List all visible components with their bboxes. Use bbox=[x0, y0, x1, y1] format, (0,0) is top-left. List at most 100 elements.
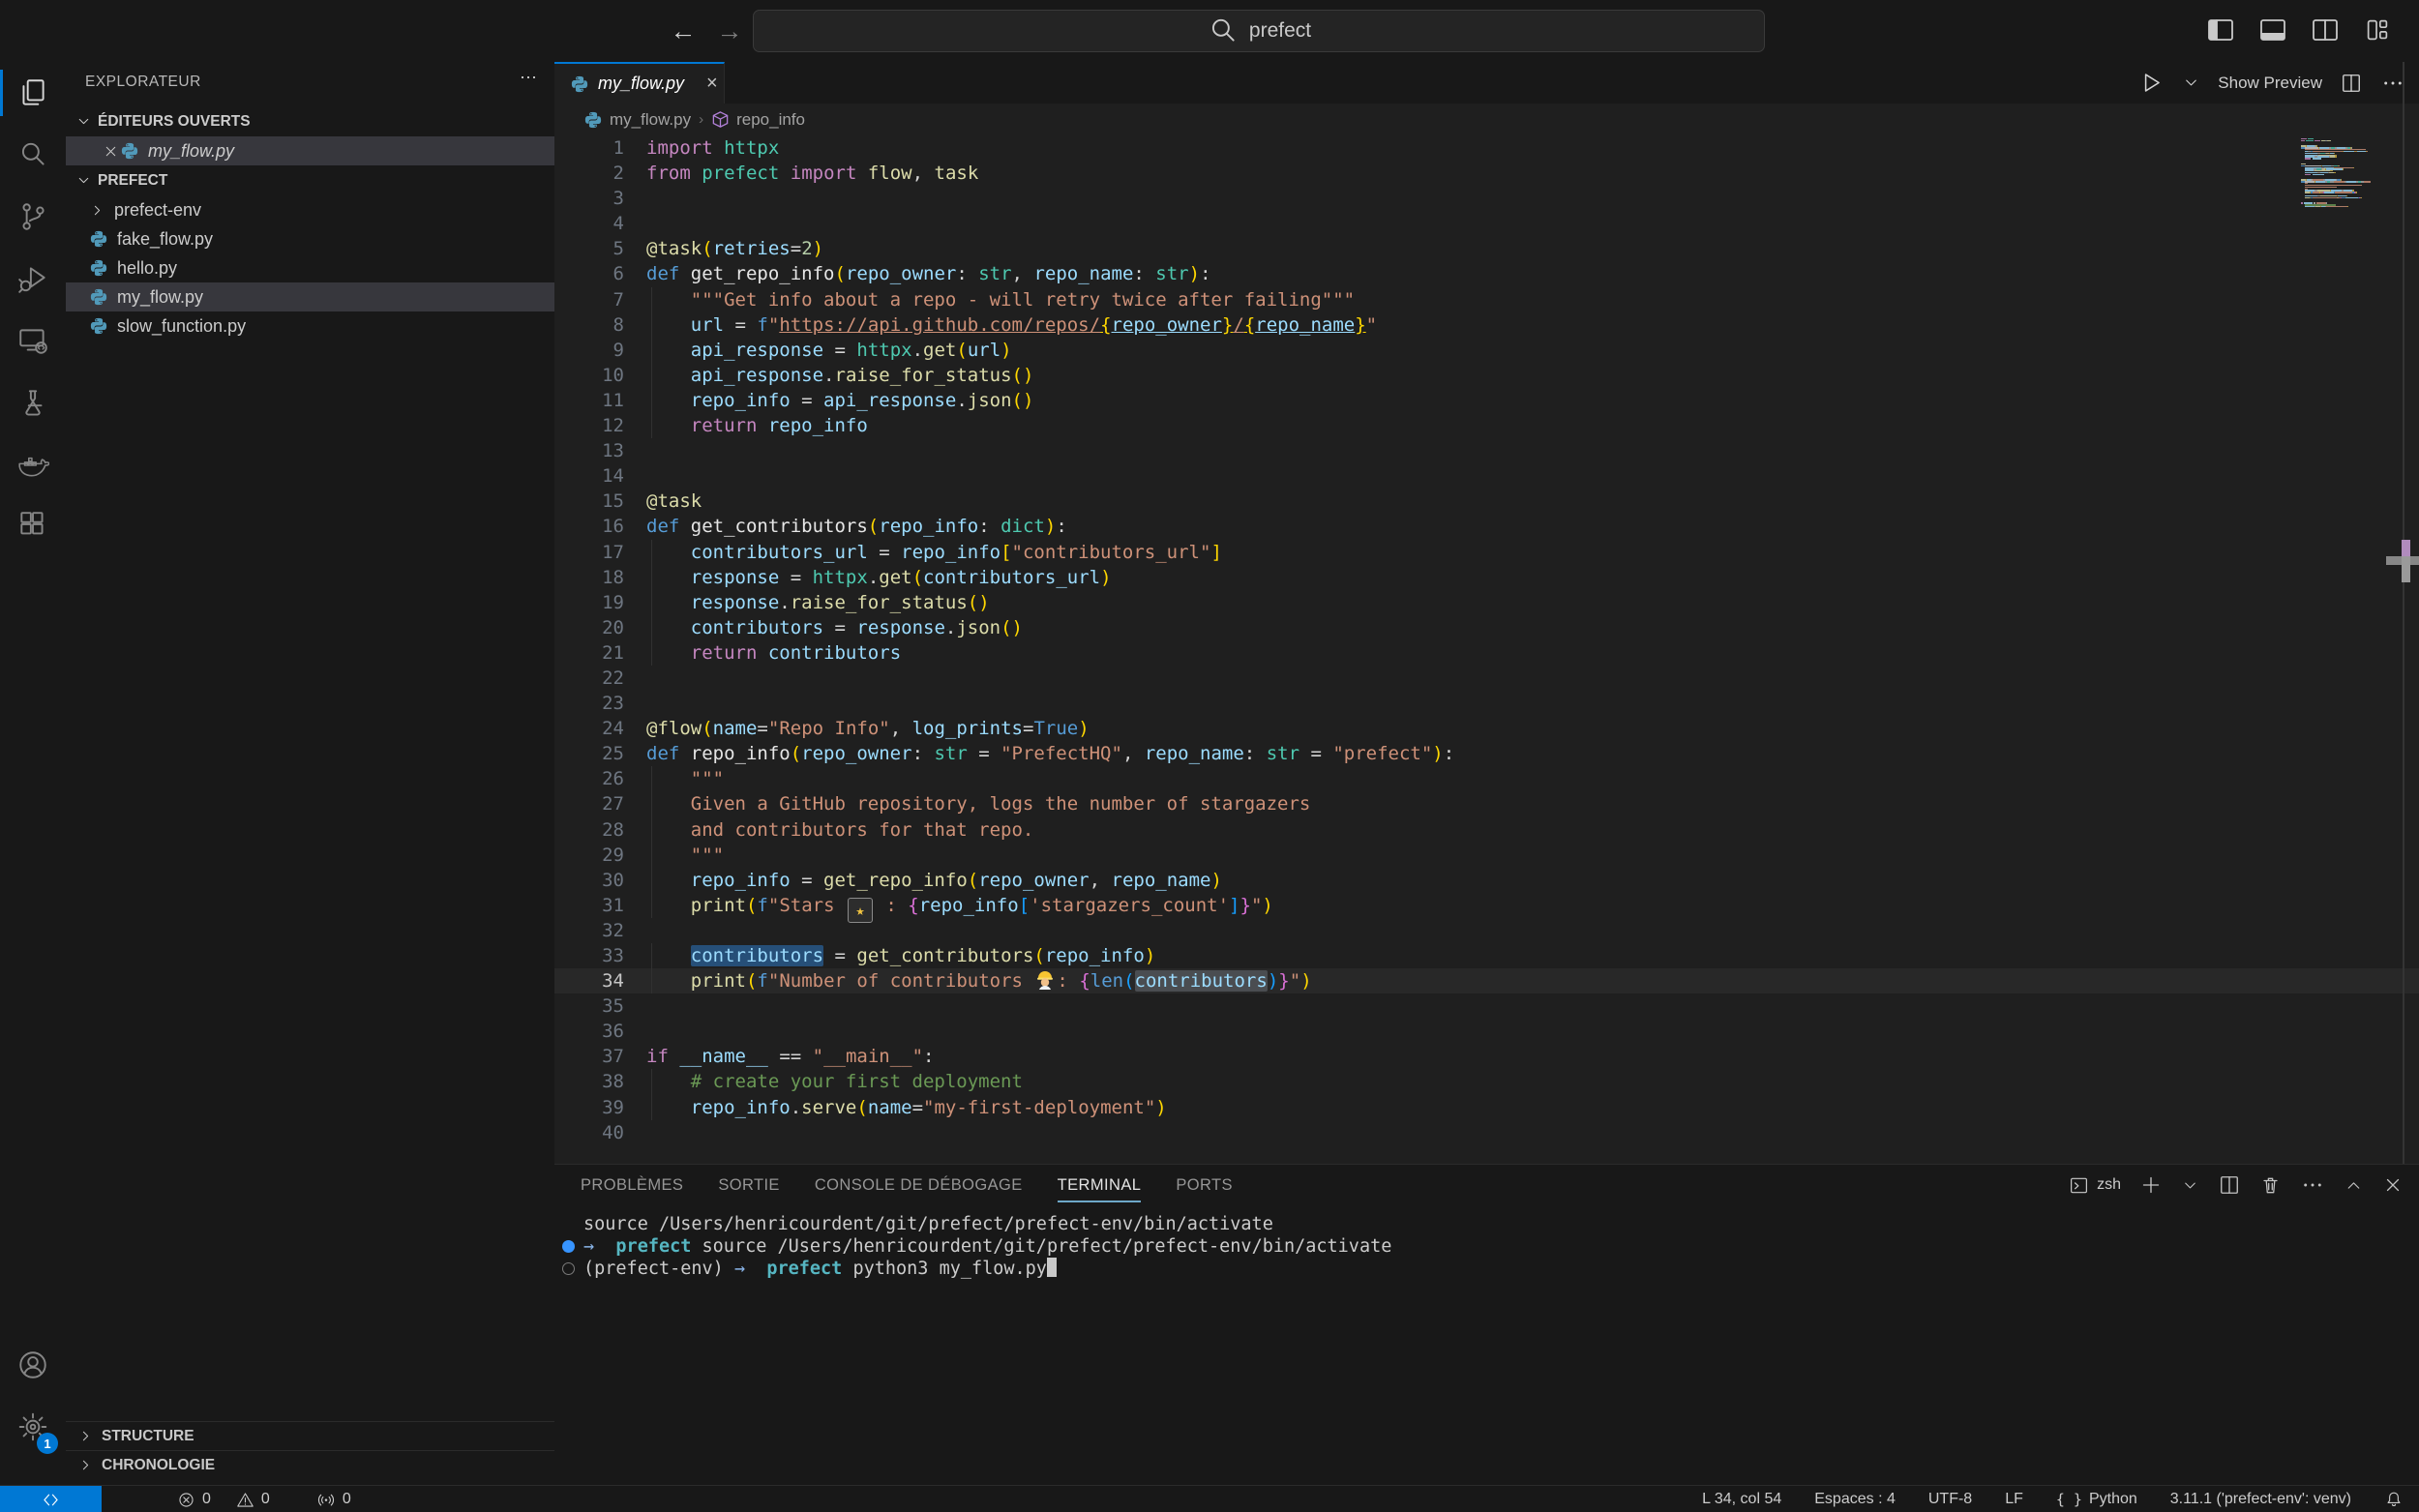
tab-my-flow[interactable]: my_flow.py × bbox=[554, 62, 725, 104]
code-line-18[interactable]: 18 response = httpx.get(contributors_url… bbox=[554, 565, 2419, 590]
code-line-30[interactable]: 30 repo_info = get_repo_info(repo_owner,… bbox=[554, 868, 2419, 893]
status-warning-triangle[interactable]: 0 bbox=[236, 1491, 270, 1509]
code-line-26[interactable]: 26 """ bbox=[554, 766, 2419, 791]
code-line-40[interactable]: 40 bbox=[554, 1120, 2419, 1145]
code-line-10[interactable]: 10 api_response.raise_for_status() bbox=[554, 363, 2419, 388]
code-line-3[interactable]: 3 bbox=[554, 186, 2419, 211]
minimap[interactable] bbox=[2301, 138, 2371, 210]
code-line-32[interactable]: 32 bbox=[554, 918, 2419, 943]
nav-back-icon[interactable]: ← bbox=[666, 14, 701, 48]
status-item[interactable]: { }Python bbox=[2056, 1491, 2137, 1508]
section-structure[interactable]: STRUCTURE bbox=[66, 1421, 554, 1450]
code-line-37[interactable]: 37if __name__ == "__main__": bbox=[554, 1044, 2419, 1069]
panel-tab-terminal[interactable]: TERMINAL bbox=[1058, 1165, 1142, 1205]
code-line-39[interactable]: 39 repo_info.serve(name="my-first-deploy… bbox=[554, 1095, 2419, 1120]
panel-tab-sortie[interactable]: SORTIE bbox=[718, 1165, 780, 1205]
activitybar-settings[interactable]: 1 bbox=[0, 1396, 66, 1458]
code-line-19[interactable]: 19 response.raise_for_status() bbox=[554, 590, 2419, 615]
activitybar-explorer[interactable] bbox=[0, 62, 66, 124]
section-open-editors[interactable]: ÉDITEURS OUVERTS bbox=[66, 106, 554, 136]
close-icon[interactable] bbox=[101, 143, 120, 160]
tree-item-my_flow.py[interactable]: my_flow.py bbox=[66, 282, 554, 311]
status-item[interactable] bbox=[2384, 1490, 2404, 1509]
code-line-14[interactable]: 14 bbox=[554, 463, 2419, 489]
section-project[interactable]: PREFECT bbox=[66, 165, 554, 195]
chevron-down-icon[interactable] bbox=[2181, 1176, 2199, 1195]
activitybar-search[interactable] bbox=[0, 124, 66, 186]
panel-right-icon[interactable] bbox=[2309, 15, 2342, 45]
panel-bottom-icon[interactable] bbox=[2256, 15, 2289, 45]
tree-item-slow_function.py[interactable]: slow_function.py bbox=[66, 311, 554, 341]
activitybar-extensions[interactable] bbox=[0, 495, 66, 557]
code-line-15[interactable]: 15@task bbox=[554, 489, 2419, 514]
code-line-7[interactable]: 7 """Get info about a repo - will retry … bbox=[554, 287, 2419, 312]
show-preview-button[interactable]: Show Preview bbox=[2218, 74, 2322, 93]
code-line-34[interactable]: 34 print(f"Number of contributors : {len… bbox=[554, 968, 2419, 993]
split-icon[interactable] bbox=[2218, 1173, 2241, 1197]
code-line-35[interactable]: 35 bbox=[554, 993, 2419, 1019]
code-line-24[interactable]: 24@flow(name="Repo Info", log_prints=Tru… bbox=[554, 716, 2419, 741]
code-line-23[interactable]: 23 bbox=[554, 691, 2419, 716]
status-item[interactable]: Espaces : 4 bbox=[1814, 1491, 1896, 1508]
command-decoration[interactable] bbox=[562, 1240, 575, 1253]
code-line-38[interactable]: 38 # create your first deployment bbox=[554, 1069, 2419, 1094]
panel-left-icon[interactable] bbox=[2204, 15, 2237, 45]
sidebar-more-actions[interactable]: ⋯ bbox=[520, 68, 537, 88]
nav-forward-icon[interactable]: → bbox=[712, 14, 747, 48]
code-line-1[interactable]: 1import httpx bbox=[554, 135, 2419, 161]
code-line-4[interactable]: 4 bbox=[554, 211, 2419, 236]
code-line-12[interactable]: 12 return repo_info bbox=[554, 413, 2419, 438]
remote-indicator[interactable] bbox=[0, 1486, 102, 1512]
code-line-11[interactable]: 11 repo_info = api_response.json() bbox=[554, 388, 2419, 413]
panel-tab-console-de-d-bogage[interactable]: CONSOLE DE DÉBOGAGE bbox=[815, 1165, 1023, 1205]
status-item[interactable]: L 34, col 54 bbox=[1702, 1491, 1781, 1508]
code-line-28[interactable]: 28 and contributors for that repo. bbox=[554, 817, 2419, 843]
shell-selector[interactable]: zsh bbox=[2069, 1175, 2121, 1196]
code-line-2[interactable]: 2from prefect import flow, task bbox=[554, 161, 2419, 186]
tab-close-icon[interactable]: × bbox=[706, 73, 718, 95]
run-button[interactable] bbox=[2138, 70, 2165, 96]
chevron-up-icon[interactable] bbox=[2344, 1175, 2364, 1196]
activitybar-remote-explorer[interactable] bbox=[0, 310, 66, 371]
breadcrumb[interactable]: my_flow.py› repo_info bbox=[554, 104, 2419, 135]
add-icon[interactable] bbox=[2139, 1173, 2163, 1197]
tree-item-hello.py[interactable]: hello.py bbox=[66, 253, 554, 282]
trash-icon[interactable] bbox=[2259, 1174, 2282, 1197]
activitybar-run-debug[interactable] bbox=[0, 248, 66, 310]
status-item[interactable]: UTF-8 bbox=[1928, 1491, 1972, 1508]
tree-item-prefect-env[interactable]: prefect-env bbox=[66, 195, 554, 224]
activitybar-docker[interactable] bbox=[0, 433, 66, 495]
layout-grid-icon[interactable] bbox=[2361, 15, 2394, 45]
panel-tab-ports[interactable]: PORTS bbox=[1176, 1165, 1233, 1205]
section-chronologie[interactable]: CHRONOLOGIE bbox=[66, 1450, 554, 1479]
code-line-33[interactable]: 33 contributors = get_contributors(repo_… bbox=[554, 943, 2419, 968]
code-line-25[interactable]: 25def repo_info(repo_owner: str = "Prefe… bbox=[554, 741, 2419, 766]
code-line-29[interactable]: 29 """ bbox=[554, 843, 2419, 868]
code-line-17[interactable]: 17 contributors_url = repo_info["contrib… bbox=[554, 540, 2419, 565]
status-item[interactable]: LF bbox=[2005, 1491, 2023, 1508]
activitybar-testing[interactable] bbox=[0, 371, 66, 433]
code-line-22[interactable]: 22 bbox=[554, 666, 2419, 691]
code-line-21[interactable]: 21 return contributors bbox=[554, 640, 2419, 666]
activitybar-source-control[interactable] bbox=[0, 186, 66, 248]
code-line-6[interactable]: 6def get_repo_info(repo_owner: str, repo… bbox=[554, 261, 2419, 286]
status-item[interactable]: 3.11.1 ('prefect-env': venv) bbox=[2170, 1491, 2351, 1508]
open-editor-item[interactable]: my_flow.py bbox=[66, 136, 554, 165]
code-line-5[interactable]: 5@task(retries=2) bbox=[554, 236, 2419, 261]
run-dropdown-icon[interactable] bbox=[2182, 74, 2200, 92]
code-line-13[interactable]: 13 bbox=[554, 438, 2419, 463]
code-area[interactable]: 1import httpx 2from prefect import flow,… bbox=[554, 135, 2419, 1164]
code-line-16[interactable]: 16def get_contributors(repo_info: dict): bbox=[554, 514, 2419, 539]
breadcrumb-item[interactable]: repo_info bbox=[711, 110, 805, 130]
status-broadcast[interactable]: 0 bbox=[316, 1490, 351, 1509]
panel-tab-probl-mes[interactable]: PROBLÈMES bbox=[581, 1165, 683, 1205]
close-icon[interactable] bbox=[2382, 1174, 2404, 1196]
code-line-36[interactable]: 36 bbox=[554, 1019, 2419, 1044]
status-error-circle[interactable]: 0 bbox=[177, 1491, 211, 1509]
command-decoration[interactable] bbox=[562, 1262, 575, 1275]
split-editor-icon[interactable] bbox=[2340, 72, 2363, 95]
terminal-content[interactable]: source /Users/henricourdent/git/prefect/… bbox=[554, 1213, 2419, 1280]
code-line-20[interactable]: 20 contributors = response.json() bbox=[554, 615, 2419, 640]
command-center-search[interactable]: prefect bbox=[753, 10, 1765, 52]
code-line-8[interactable]: 8 url = f"https://api.github.com/repos/{… bbox=[554, 312, 2419, 338]
